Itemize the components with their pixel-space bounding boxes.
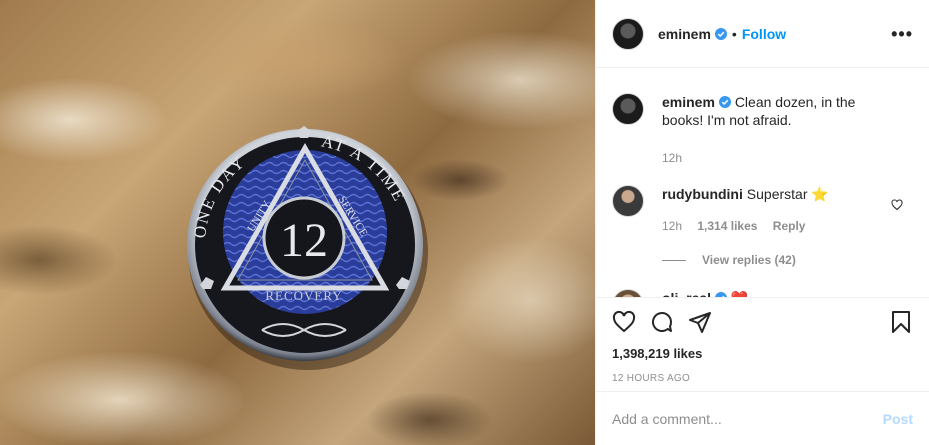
reply-button[interactable]: Reply — [773, 219, 806, 233]
post-sidebar: eminem • Follow ••• eminem Clean dozen, … — [595, 0, 929, 445]
view-replies-label: View replies (42) — [702, 253, 796, 267]
divider — [662, 259, 686, 261]
likes-count[interactable]: 1,398,219 likes — [612, 346, 913, 361]
list-item: rudybundini Superstar ⭐ 12h 1,314 likes … — [612, 185, 913, 235]
post-photo[interactable]: 12 ONE DAY AT A TIME UNITY SERVICE RECOV… — [0, 0, 595, 445]
more-options-icon[interactable]: ••• — [891, 25, 913, 43]
avatar[interactable] — [612, 289, 644, 297]
add-comment-bar: Post — [596, 391, 929, 445]
post-comment-button[interactable]: Post — [883, 411, 913, 427]
caption: eminem Clean dozen, in the books! I'm no… — [612, 93, 913, 167]
coin-recovery-text: RECOVERY — [265, 288, 342, 303]
verified-badge-icon — [714, 27, 727, 40]
comments-list[interactable]: eminem Clean dozen, in the books! I'm no… — [596, 69, 929, 297]
comment-username[interactable]: rudybundini — [662, 186, 743, 202]
comment-body: rudybundini Superstar ⭐ 12h 1,314 likes … — [662, 185, 892, 235]
instagram-post: 12 ONE DAY AT A TIME UNITY SERVICE RECOV… — [0, 0, 929, 445]
avatar[interactable] — [612, 93, 644, 125]
header-username[interactable]: eminem — [658, 26, 711, 42]
comment-text: Superstar — [746, 186, 808, 202]
caption-body: eminem Clean dozen, in the books! I'm no… — [662, 93, 892, 167]
comment-username[interactable]: oli_real — [662, 290, 711, 297]
avatar[interactable] — [612, 185, 644, 217]
sobriety-coin-image: 12 ONE DAY AT A TIME UNITY SERVICE RECOV… — [187, 126, 428, 370]
star-emoji-icon: ⭐ — [811, 186, 829, 202]
comment-input[interactable] — [612, 410, 883, 427]
caption-username[interactable]: eminem — [662, 94, 715, 110]
like-comment-heart-icon[interactable] — [891, 199, 903, 211]
comment-icon[interactable] — [650, 310, 674, 334]
coin-number: 12 — [280, 214, 328, 267]
follow-button[interactable]: Follow — [742, 26, 786, 42]
list-item: oli_real ❤️ — [612, 289, 913, 297]
post-actions: 1,398,219 likes 12 HOURS AGO — [596, 297, 929, 384]
heart-emoji-icon: ❤️ — [731, 290, 748, 297]
verified-badge-icon — [718, 96, 731, 108]
comment-likes[interactable]: 1,314 likes — [697, 219, 757, 233]
heart-icon[interactable] — [612, 310, 636, 334]
action-icons — [612, 298, 913, 346]
comment-body: oli_real ❤️ — [662, 289, 892, 297]
bookmark-icon[interactable] — [889, 310, 913, 334]
post-timestamp[interactable]: 12 HOURS AGO — [612, 373, 913, 384]
separator-dot: • — [731, 25, 737, 42]
caption-time[interactable]: 12h — [662, 151, 682, 165]
share-icon[interactable] — [688, 310, 712, 334]
avatar[interactable] — [612, 17, 644, 50]
post-header: eminem • Follow ••• — [596, 0, 929, 68]
view-replies-button[interactable]: View replies (42) — [662, 253, 913, 267]
comment-time[interactable]: 12h — [662, 219, 682, 233]
